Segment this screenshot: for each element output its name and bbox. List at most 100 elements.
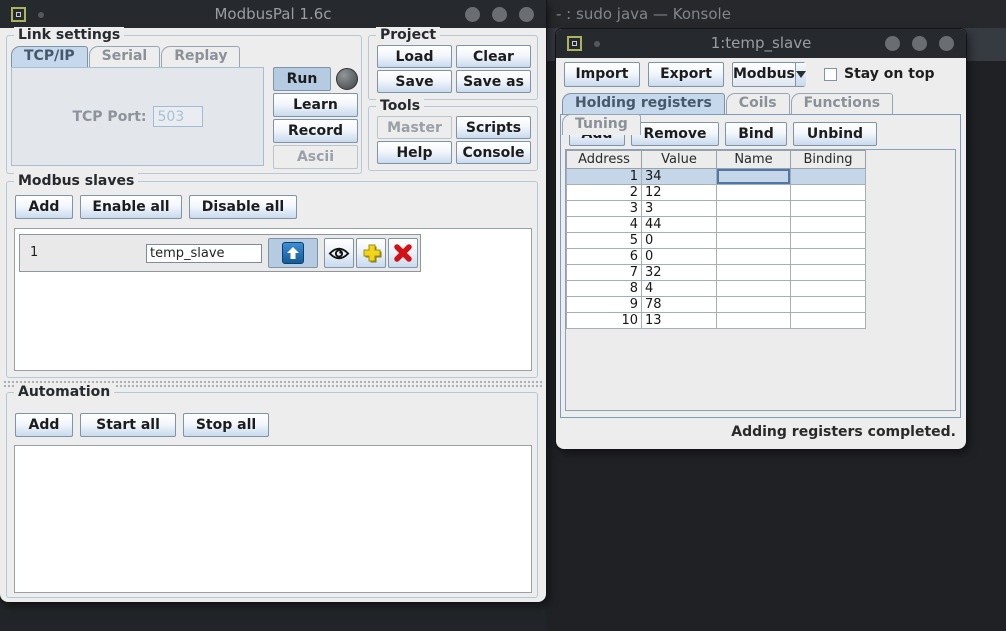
- cell-binding[interactable]: [791, 169, 866, 185]
- cell-binding[interactable]: [791, 313, 866, 329]
- close-button[interactable]: [519, 7, 534, 22]
- cell-binding[interactable]: [791, 185, 866, 201]
- cell-value[interactable]: 44: [642, 217, 717, 233]
- cell-value[interactable]: 0: [642, 249, 717, 265]
- help-button[interactable]: Help: [377, 141, 452, 164]
- cell-address[interactable]: 5: [567, 233, 642, 249]
- cell-address[interactable]: 8: [567, 281, 642, 297]
- cell-value[interactable]: 4: [642, 281, 717, 297]
- cell-value[interactable]: 12: [642, 185, 717, 201]
- slaves-add-button[interactable]: Add: [15, 195, 73, 219]
- register-row[interactable]: 84: [567, 281, 866, 297]
- cell-address[interactable]: 2: [567, 185, 642, 201]
- cell-binding[interactable]: [791, 297, 866, 313]
- export-button[interactable]: Export: [648, 62, 724, 87]
- register-row[interactable]: 444: [567, 217, 866, 233]
- register-row[interactable]: 50: [567, 233, 866, 249]
- column-header-name[interactable]: Name: [717, 151, 791, 169]
- enable-all-button[interactable]: Enable all: [80, 195, 182, 219]
- cell-name[interactable]: [717, 297, 791, 313]
- run-button[interactable]: Run: [273, 67, 331, 91]
- tab-replay[interactable]: Replay: [161, 46, 240, 67]
- bind-button[interactable]: Bind: [725, 122, 787, 146]
- cell-binding[interactable]: [791, 201, 866, 217]
- cell-value[interactable]: 3: [642, 201, 717, 217]
- cell-value[interactable]: 34: [642, 169, 717, 185]
- column-header-address[interactable]: Address: [567, 151, 642, 169]
- start-all-button[interactable]: Start all: [80, 413, 176, 437]
- cell-binding[interactable]: [791, 281, 866, 297]
- cell-value[interactable]: 78: [642, 297, 717, 313]
- cell-value[interactable]: 0: [642, 233, 717, 249]
- cell-name[interactable]: [717, 185, 791, 201]
- cell-value[interactable]: 13: [642, 313, 717, 329]
- slave-eye-button[interactable]: [324, 238, 354, 268]
- cell-name[interactable]: [717, 169, 791, 185]
- column-header-value[interactable]: Value: [642, 151, 717, 169]
- import-button[interactable]: Import: [564, 62, 640, 87]
- record-button[interactable]: Record: [273, 119, 358, 143]
- tab-serial[interactable]: Serial: [89, 46, 161, 67]
- tab-tuning[interactable]: Tuning: [562, 114, 641, 135]
- slave-row: 1: [19, 234, 421, 272]
- minimize-button[interactable]: [885, 36, 900, 51]
- cell-name[interactable]: [717, 281, 791, 297]
- maximize-button[interactable]: [492, 7, 507, 22]
- cell-binding[interactable]: [791, 249, 866, 265]
- cell-name[interactable]: [717, 265, 791, 281]
- slave-enable-toggle[interactable]: [268, 238, 318, 268]
- unbind-button[interactable]: Unbind: [793, 122, 877, 146]
- tab-coils[interactable]: Coils: [726, 93, 790, 114]
- slave-name-input[interactable]: [146, 244, 262, 263]
- led-indicator: [336, 68, 358, 90]
- automation-add-button[interactable]: Add: [15, 413, 73, 437]
- tab-holding-registers[interactable]: Holding registers: [562, 93, 725, 114]
- reg-remove-button[interactable]: Remove: [631, 122, 719, 146]
- register-row[interactable]: 212: [567, 185, 866, 201]
- scripts-button[interactable]: Scripts: [456, 116, 531, 139]
- clear-button[interactable]: Clear: [456, 45, 531, 68]
- cell-name[interactable]: [717, 313, 791, 329]
- stop-all-button[interactable]: Stop all: [183, 413, 269, 437]
- cell-address[interactable]: 1: [567, 169, 642, 185]
- cell-name[interactable]: [717, 217, 791, 233]
- learn-button[interactable]: Learn: [273, 93, 358, 117]
- maximize-button[interactable]: [912, 36, 927, 51]
- disable-all-button[interactable]: Disable all: [189, 195, 297, 219]
- cell-name[interactable]: [717, 201, 791, 217]
- cell-name[interactable]: [717, 249, 791, 265]
- cell-binding[interactable]: [791, 217, 866, 233]
- register-row[interactable]: 134: [567, 169, 866, 185]
- register-row[interactable]: 60: [567, 249, 866, 265]
- slave-plus-button[interactable]: [356, 238, 386, 268]
- load-button[interactable]: Load: [377, 45, 452, 68]
- cell-binding[interactable]: [791, 233, 866, 249]
- cell-address[interactable]: 7: [567, 265, 642, 281]
- cell-name[interactable]: [717, 233, 791, 249]
- register-row[interactable]: 732: [567, 265, 866, 281]
- cell-address[interactable]: 3: [567, 201, 642, 217]
- cell-address[interactable]: 4: [567, 217, 642, 233]
- cell-address[interactable]: 6: [567, 249, 642, 265]
- register-row[interactable]: 33: [567, 201, 866, 217]
- cell-address[interactable]: 10: [567, 313, 642, 329]
- cell-address[interactable]: 9: [567, 297, 642, 313]
- minimize-button[interactable]: [465, 7, 480, 22]
- group-title: Automation: [14, 384, 114, 401]
- tab-tcpip[interactable]: TCP/IP: [11, 46, 88, 67]
- save-button[interactable]: Save: [377, 70, 452, 93]
- column-header-binding[interactable]: Binding: [791, 151, 866, 169]
- cell-binding[interactable]: [791, 265, 866, 281]
- register-row[interactable]: 978: [567, 297, 866, 313]
- slave-delete-button[interactable]: [388, 238, 418, 268]
- modbus-combo-arrow[interactable]: [795, 63, 806, 86]
- register-row[interactable]: 1013: [567, 313, 866, 329]
- console-button[interactable]: Console: [456, 141, 531, 164]
- triangle-down-icon: [796, 71, 806, 78]
- close-button[interactable]: [939, 36, 954, 51]
- stay-on-top-checkbox[interactable]: [824, 68, 837, 81]
- tab-functions[interactable]: Functions: [791, 93, 894, 114]
- modbus-combo[interactable]: Modbus: [732, 62, 805, 87]
- save-as-button[interactable]: Save as: [456, 70, 531, 93]
- cell-value[interactable]: 32: [642, 265, 717, 281]
